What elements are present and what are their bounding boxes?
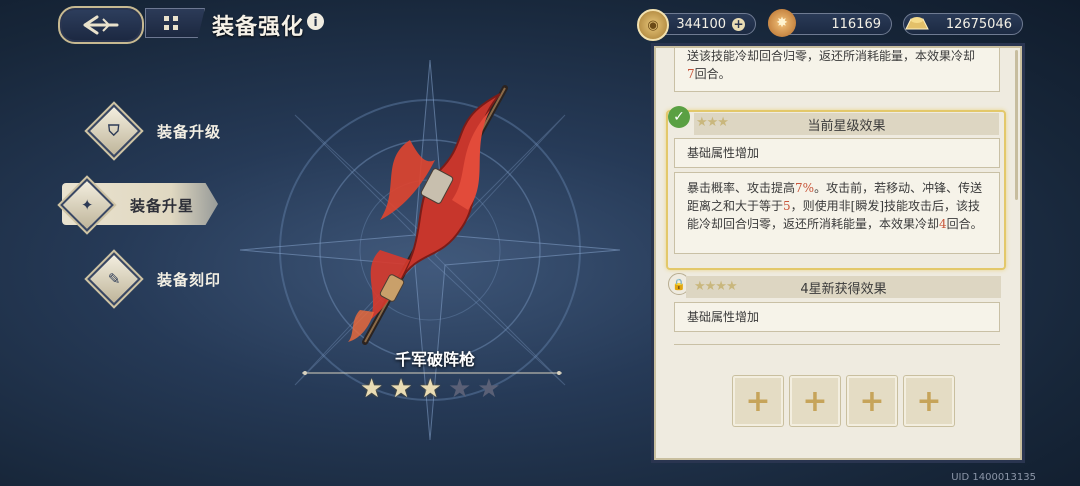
currency-value: 12675046 [945,16,1012,32]
uid-label: UID 1400013135 [951,472,1036,483]
back-button[interactable] [58,6,144,44]
previous-effect-suffix: 回合。 [694,67,731,81]
add-icon[interactable]: + [732,17,745,31]
divider [674,344,1000,345]
add-icon: + [802,383,828,419]
three-star-icon: ★★★ [696,115,729,130]
engrave-icon: ✎ [87,252,141,306]
weapon-star-rating: ★ ★ ★ ★ ★ [360,376,501,402]
page-title: 装备强化 [212,15,305,40]
star-filled-icon: ★ [389,374,413,404]
currency-value: 116169 [831,16,881,32]
current-effect-title: 当前星级效果 [807,118,886,134]
menu-label: 装备升级 [157,122,222,141]
star-empty-icon: ★ [447,374,472,404]
next-base-attr: 基础属性增加 [674,302,1000,332]
info-icon[interactable]: i [307,13,324,30]
desc-distance: 5 [783,199,791,213]
add-icon: + [859,383,885,419]
upgrade-icon: ⛉ [87,104,141,158]
grid-menu-icon [164,16,178,30]
back-arrow-icon [83,15,119,35]
menu-label: 装备刻印 [157,270,222,289]
menu-label: 装备升星 [130,196,195,215]
scrollbar[interactable] [1015,50,1018,200]
desc-text: 暴击概率、攻击提高 [687,181,796,195]
currency-value: 344100 [676,16,726,32]
current-base-attr: 基础属性增加 [674,138,1000,168]
desc-percent: 7% [795,181,815,195]
current-effect-description: 暴击概率、攻击提高7%。攻击前，若移动、冲锋、传送距离之和大于等于5，则使用非[… [674,172,1000,254]
material-slot-1[interactable]: + [733,376,783,426]
material-slot-4[interactable]: + [904,376,954,426]
star-crystal-icon: ✸ [768,9,796,37]
add-icon: + [745,383,771,419]
add-icon: + [916,383,942,419]
cooldown-value: 7 [687,67,695,81]
coin-icon: ◉ [637,9,669,41]
star-filled-icon: ★ [418,374,442,404]
base-attr-text: 基础属性增加 [687,146,760,160]
home-button[interactable] [145,8,205,38]
menu-item-upgrade[interactable]: ⛉ 装备升级 [87,104,222,158]
star-up-icon: ✦ [60,178,114,232]
current-effect-header: 当前星级效果 [694,113,999,135]
star-empty-icon: ★ [477,374,501,404]
star-filled-icon: ★ [360,374,384,404]
base-attr-text: 基础属性增加 [687,310,760,324]
weapon-image [348,85,508,345]
material-slot-3[interactable]: + [847,376,897,426]
desc-cooldown: 4 [939,217,947,231]
next-effect-title: 4星新获得效果 [800,281,887,297]
menu-item-engrave[interactable]: ✎ 装备刻印 [87,252,222,306]
material-slot-2[interactable]: + [790,376,840,426]
menu-item-star-up[interactable]: ✦ 装备升星 [60,178,195,232]
weapon-name: 千军破阵枪 [394,350,475,369]
gold-ingot-icon [903,9,931,37]
desc-text: 回合。 [946,217,983,231]
previous-effect-text: 送该技能冷却回合归零，返还所消耗能量，本效果冷却 7回合。 [674,48,1000,92]
previous-effect-line: 送该技能冷却回合归零，返还所消耗能量，本效果冷却 [687,49,976,63]
check-icon: ✓ [668,106,690,128]
four-star-icon: ★★★★ [694,279,738,294]
